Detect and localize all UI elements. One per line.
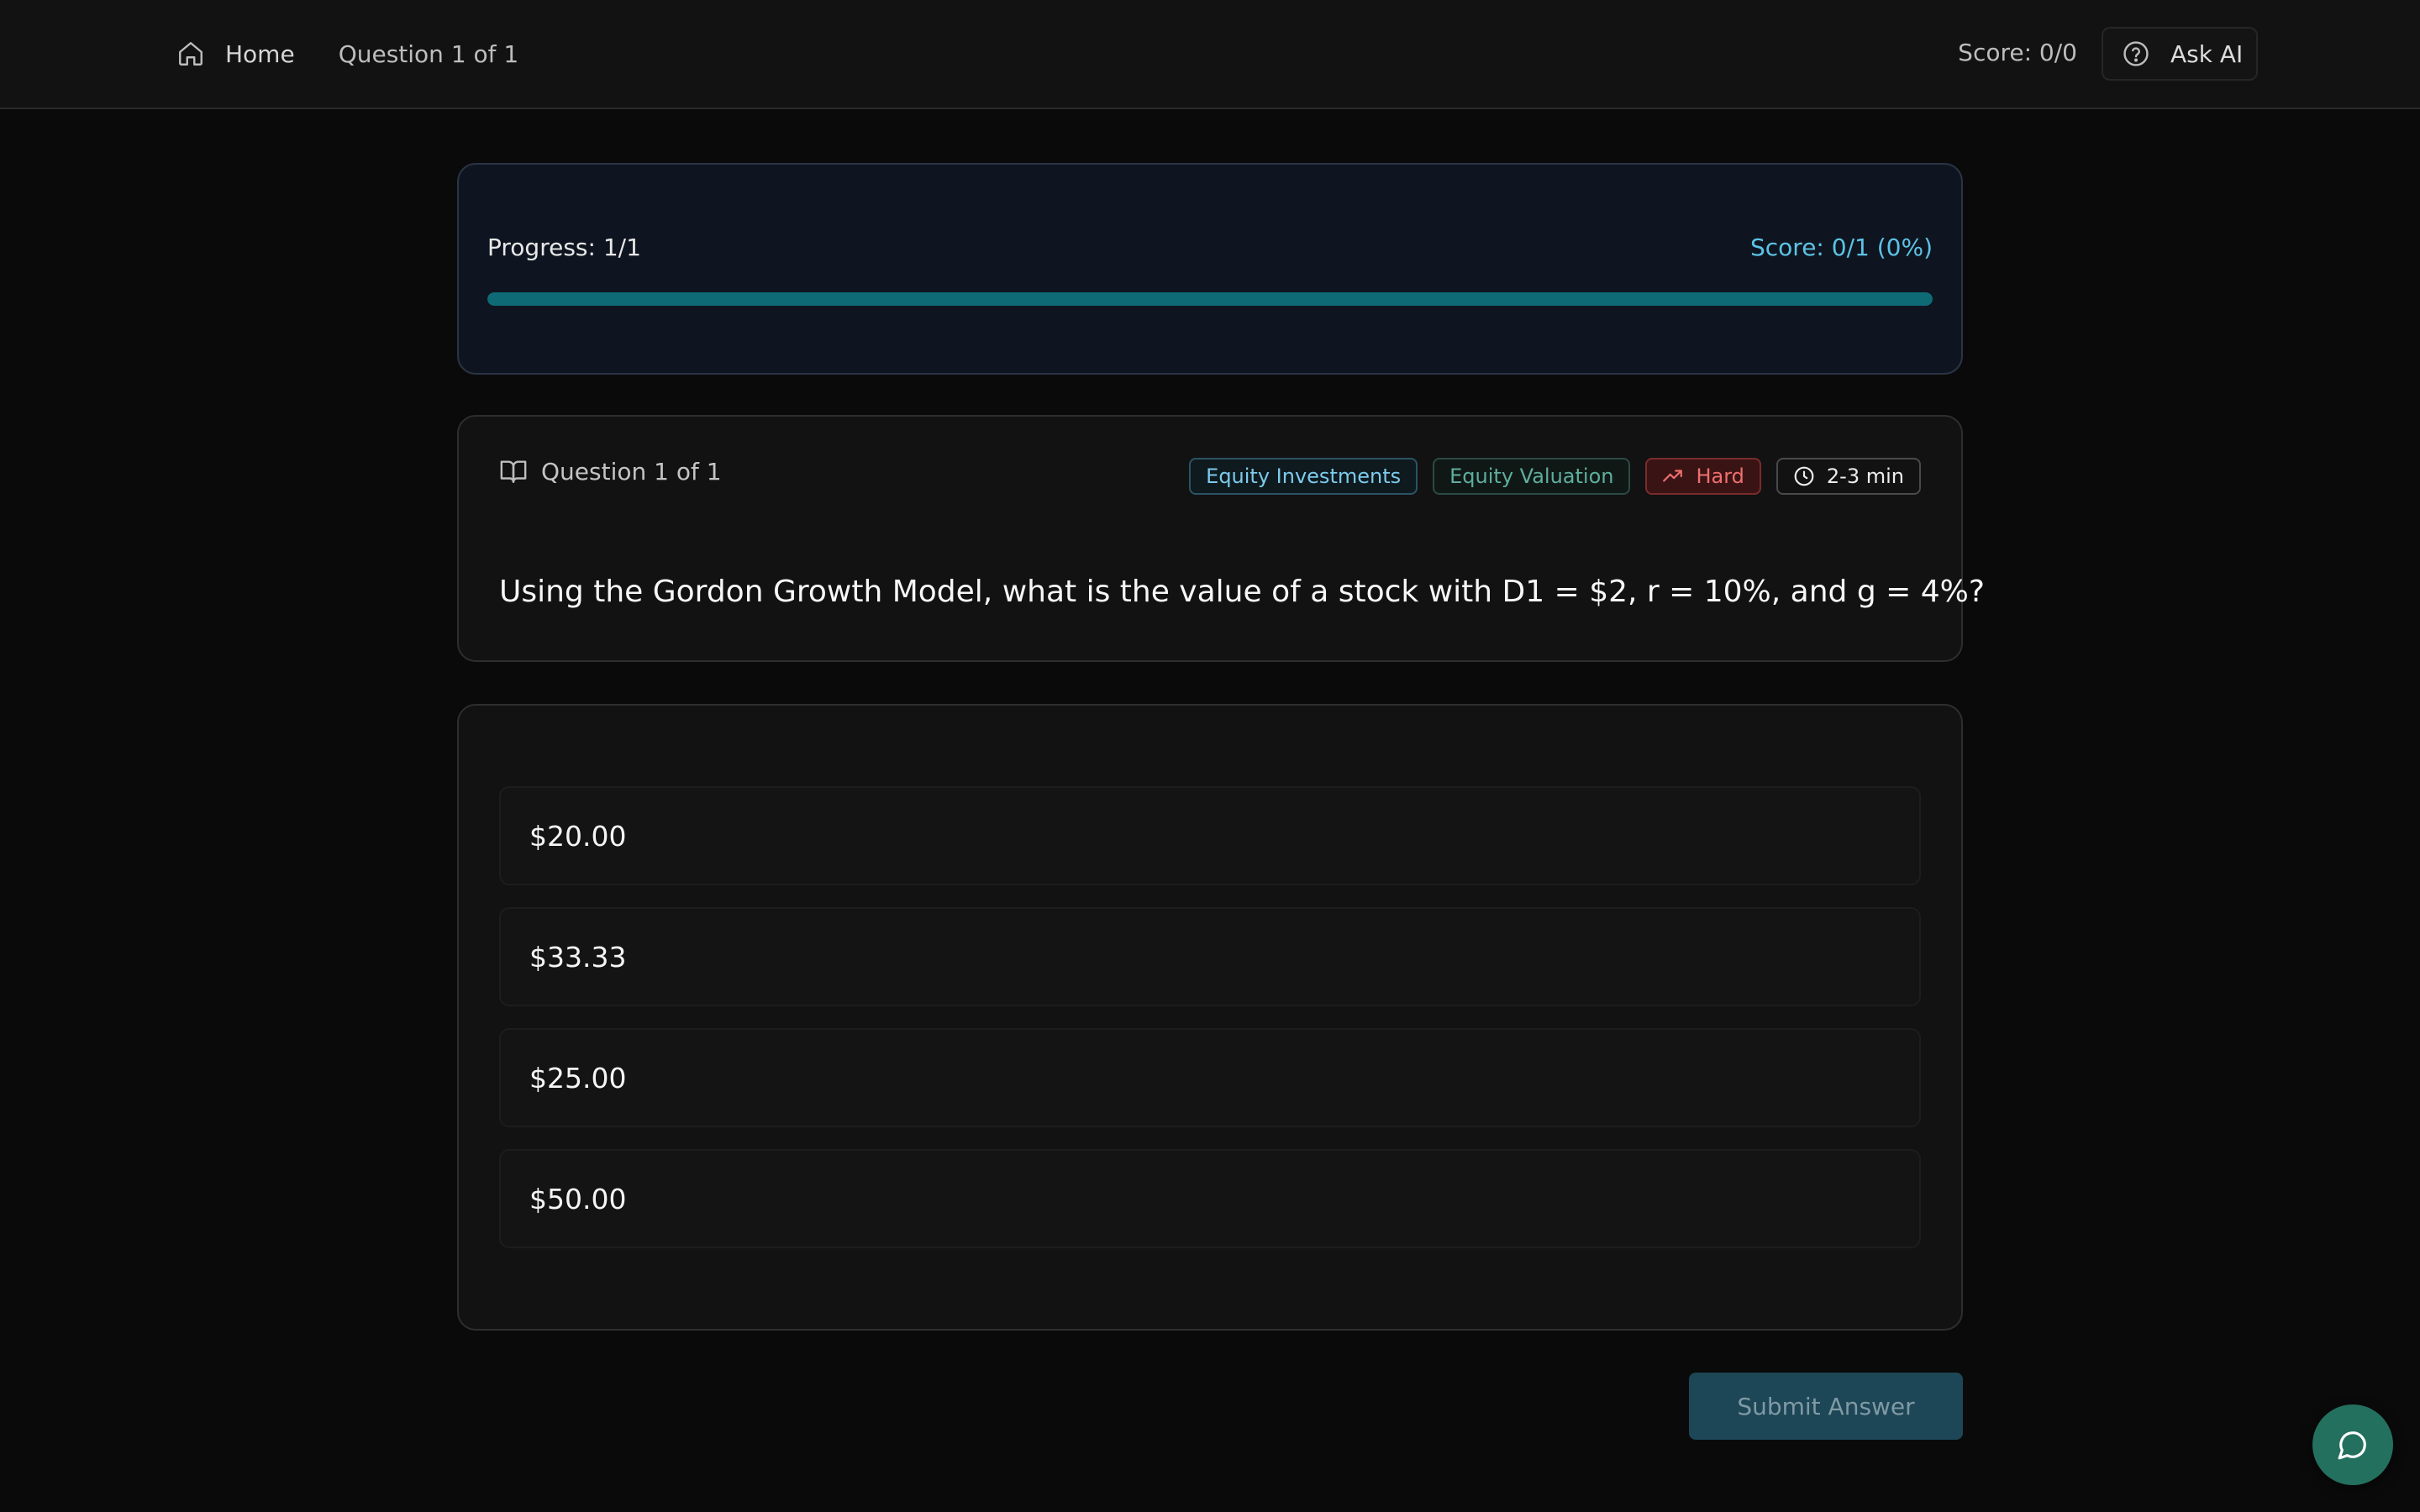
subtopic-badge: Equity Valuation	[1433, 458, 1631, 495]
submit-answer-label: Submit Answer	[1737, 1392, 1915, 1420]
topic-badge: Equity Investments	[1189, 458, 1418, 495]
answer-option[interactable]: $25.00	[499, 1028, 1921, 1127]
help-circle-icon	[2123, 41, 2149, 66]
difficulty-badge-label: Hard	[1696, 465, 1744, 488]
answer-option-label: $25.00	[529, 1061, 627, 1095]
progress-bar	[487, 292, 1933, 306]
nav-left: Home Question 1 of 1	[176, 0, 518, 108]
ask-ai-label: Ask AI	[2170, 39, 2244, 68]
chat-button[interactable]	[2312, 1404, 2393, 1485]
question-header: Question 1 of 1	[499, 457, 722, 486]
clock-icon	[1794, 466, 1814, 486]
time-badge: 2-3 min	[1776, 458, 1921, 495]
submit-answer-button[interactable]: Submit Answer	[1689, 1373, 1963, 1440]
answer-option-label: $33.33	[529, 940, 627, 974]
answer-options-card: $20.00 $33.33 $25.00 $50.00	[457, 704, 1963, 1331]
time-badge-label: 2-3 min	[1826, 465, 1904, 488]
home-link[interactable]: Home	[176, 39, 295, 68]
progress-score: Score: 0/1 (0%)	[1750, 234, 1933, 261]
ask-ai-button[interactable]: Ask AI	[2102, 27, 2258, 81]
question-counter: Question 1 of 1	[541, 457, 722, 486]
answer-option[interactable]: $20.00	[499, 786, 1921, 885]
home-label: Home	[225, 39, 295, 68]
message-circle-icon	[2338, 1431, 2366, 1460]
trending-up-icon	[1663, 470, 1683, 482]
topic-badge-label: Equity Investments	[1206, 465, 1402, 488]
answer-option[interactable]: $33.33	[499, 907, 1921, 1006]
progress-bar-fill	[487, 292, 1933, 306]
answer-option-label: $50.00	[529, 1182, 627, 1215]
progress-card: Progress: 1/1 Score: 0/1 (0%)	[457, 163, 1963, 375]
difficulty-badge: Hard	[1645, 458, 1761, 495]
book-open-icon	[500, 460, 527, 483]
top-navbar: Home Question 1 of 1 Score: 0/0 Ask AI	[0, 0, 2420, 109]
question-badges: Equity Investments Equity Valuation Hard…	[1189, 458, 1921, 495]
nav-score: Score: 0/0	[1958, 39, 2077, 66]
answer-option[interactable]: $50.00	[499, 1149, 1921, 1248]
answer-option-label: $20.00	[529, 819, 627, 853]
breadcrumb-question: Question 1 of 1	[338, 39, 519, 68]
subtopic-badge-label: Equity Valuation	[1449, 465, 1614, 488]
home-icon	[179, 42, 203, 66]
question-text: Using the Gordon Growth Model, what is t…	[499, 575, 1985, 609]
progress-label: Progress: 1/1	[487, 234, 641, 261]
question-card: Question 1 of 1 Equity Investments Equit…	[457, 415, 1985, 662]
